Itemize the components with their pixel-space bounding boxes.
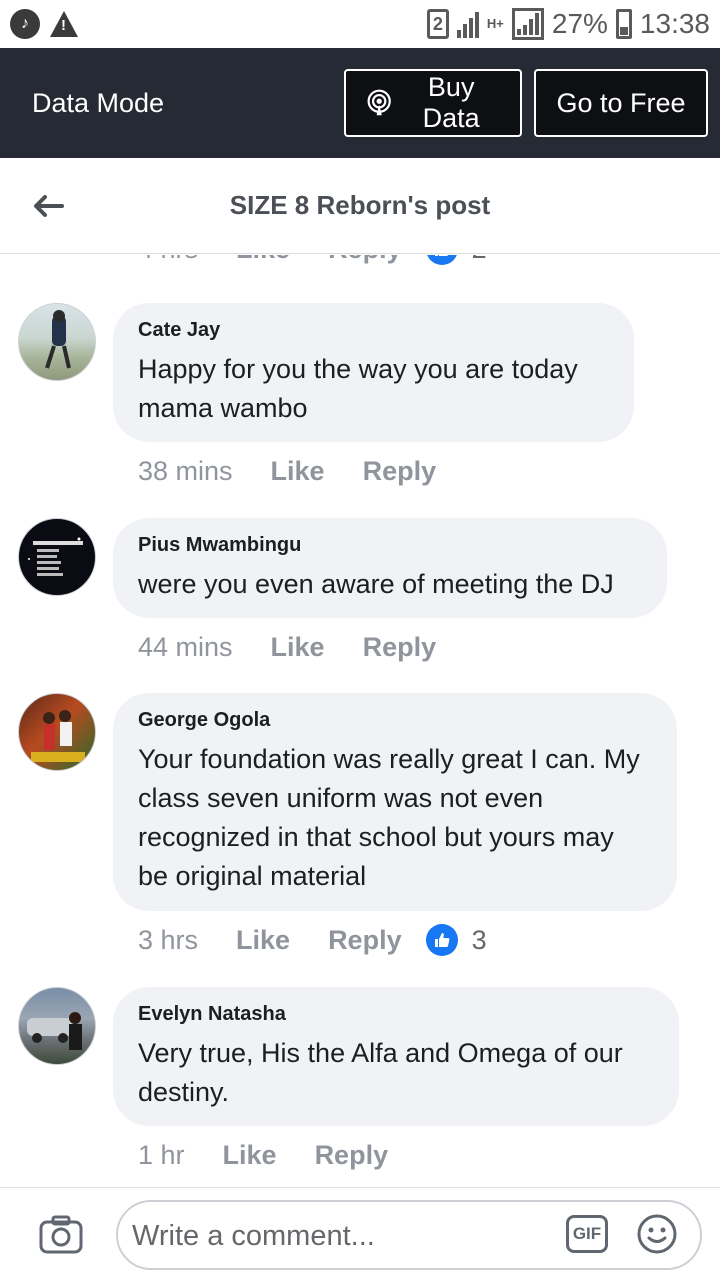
avatar[interactable] <box>18 693 96 771</box>
comment-actions: 44 mins Like Reply <box>138 632 474 663</box>
comment-time: 3 hrs <box>138 924 199 955</box>
like-link[interactable]: Like <box>271 456 325 487</box>
comment-author[interactable]: Cate Jay <box>138 319 608 342</box>
reply-link[interactable]: Reply <box>363 456 437 487</box>
comment-input-box: GIF <box>116 1200 702 1270</box>
comment-text: Very true, His the Alfa and Omega of our… <box>138 1038 623 1107</box>
gif-button[interactable]: GIF <box>566 1215 608 1253</box>
like-link[interactable]: Like <box>271 632 325 663</box>
warning-icon: ! <box>50 11 78 37</box>
previous-comment-actions: 4 hrs Like Reply 2 <box>138 255 487 265</box>
comment-bubble: Cate Jay Happy for you the way you are t… <box>113 303 634 442</box>
comment-time: 38 mins <box>138 456 233 486</box>
sim-card-icon: 2 <box>426 9 449 39</box>
comment-author[interactable]: George Ogola <box>138 709 651 732</box>
comment-composer: GIF <box>0 1187 720 1280</box>
buy-data-label: Buy Data <box>422 72 480 133</box>
data-mode-bar: Data Mode Buy Data Go to Free <box>0 48 720 158</box>
like-count: 2 <box>472 255 487 265</box>
comment-actions: 3 hrs Like Reply 3 <box>138 924 487 956</box>
comments-list: 4 hrs Like Reply 2 Cate Jay Happy for yo… <box>0 255 720 1187</box>
music-note-icon: ♪ <box>10 9 40 39</box>
back-button[interactable] <box>0 158 96 254</box>
comment-bubble: Evelyn Natasha Very true, His the Alfa a… <box>113 987 679 1126</box>
reply-link[interactable]: Reply <box>328 255 402 265</box>
comment-time: 44 mins <box>138 632 233 662</box>
comment-time: 1 hr <box>138 1140 185 1170</box>
go-to-free-label: Go to Free <box>556 87 686 118</box>
comment-text: Your foundation was really great I can. … <box>138 744 640 891</box>
comment-text: Happy for you the way you are today mama… <box>138 354 578 423</box>
comment-bubble: Pius Mwambingu were you even aware of me… <box>113 518 667 618</box>
buy-data-button[interactable]: Buy Data <box>344 69 522 137</box>
status-indicators: 2 H+ 27% 13:38 <box>426 8 710 40</box>
status-bar: ♪ ! 2 H+ 27% 13:38 <box>0 0 720 48</box>
status-notifications: ♪ ! <box>10 9 78 39</box>
like-reaction-icon <box>425 924 458 956</box>
comment-time: 4 hrs <box>138 255 198 265</box>
comment-actions: 1 hr Like Reply <box>138 1140 426 1171</box>
battery-icon <box>615 9 632 39</box>
reply-link[interactable]: Reply <box>363 632 437 663</box>
clock: 13:38 <box>639 8 710 39</box>
like-count: 3 <box>471 924 487 955</box>
avatar[interactable] <box>18 303 96 381</box>
signal-strength-icon <box>456 10 479 38</box>
camera-icon[interactable] <box>38 1212 84 1258</box>
comment-bubble: George Ogola Your foundation was really … <box>113 693 677 911</box>
battery-percent: 27% <box>551 8 608 39</box>
go-to-free-button[interactable]: Go to Free <box>534 69 708 137</box>
like-link[interactable]: Like <box>236 255 290 265</box>
podcast-icon <box>367 89 391 116</box>
avatar[interactable] <box>18 987 96 1065</box>
comment-actions: 38 mins Like Reply <box>138 456 474 487</box>
like-link[interactable]: Like <box>223 1140 277 1171</box>
comment-input[interactable] <box>132 1212 552 1260</box>
like-link[interactable]: Like <box>236 925 290 956</box>
reply-link[interactable]: Reply <box>315 1140 389 1171</box>
network-type-label: H+ <box>486 16 504 31</box>
comment-author[interactable]: Pius Mwambingu <box>138 534 641 557</box>
comment-text: were you even aware of meeting the DJ <box>138 569 614 599</box>
page-title: SIZE 8 Reborn's post <box>229 190 491 220</box>
arrow-left-icon <box>34 194 64 217</box>
data-mode-title: Data Mode <box>32 87 165 118</box>
emoji-icon[interactable] <box>636 1213 678 1255</box>
post-header: SIZE 8 Reborn's post <box>0 158 720 254</box>
like-reaction-icon <box>425 255 458 265</box>
reply-link[interactable]: Reply <box>328 925 402 956</box>
avatar[interactable] <box>18 518 96 596</box>
comment-author[interactable]: Evelyn Natasha <box>138 1003 653 1026</box>
signal-strength-secondary-icon <box>511 8 544 40</box>
